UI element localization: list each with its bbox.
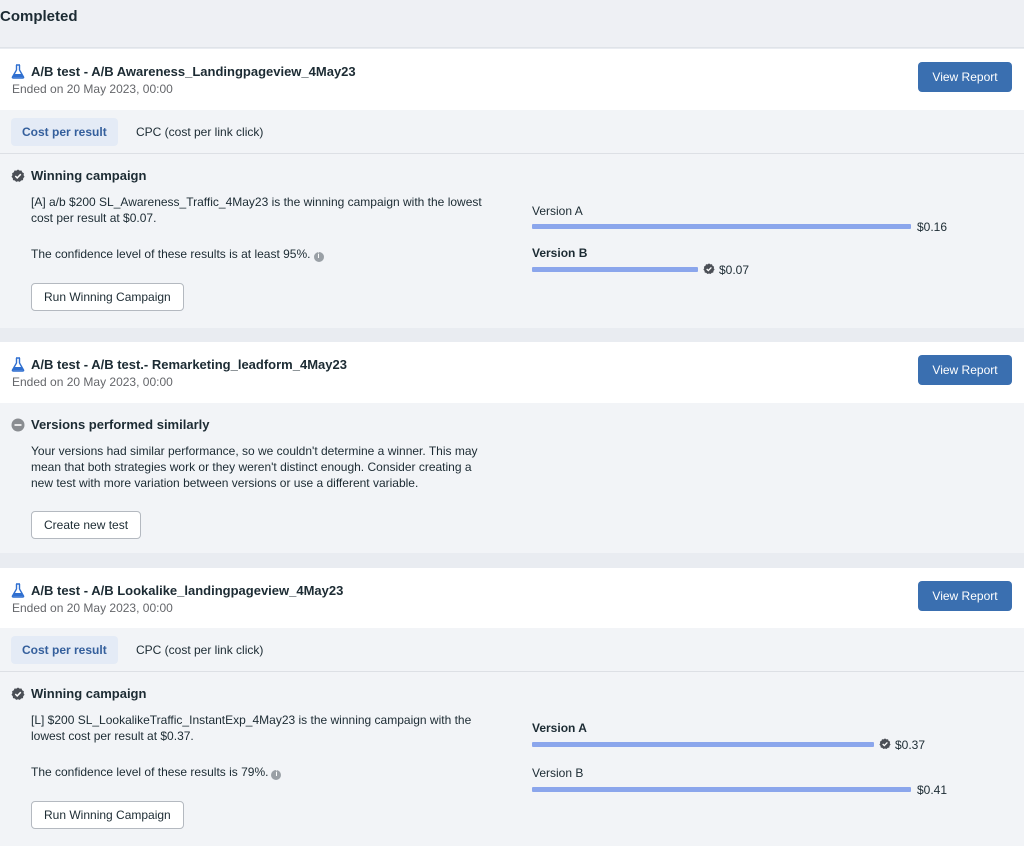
test-header: A/B test - A/B Awareness_Landingpageview…	[0, 49, 1024, 110]
metric-tabs: Cost per result CPC (cost per link click…	[0, 110, 1024, 154]
test-title: A/B test - A/B Lookalike_landingpageview…	[31, 583, 344, 598]
info-icon[interactable]: i	[313, 252, 324, 262]
version-b-bar	[532, 787, 911, 792]
result-heading: Winning campaign	[31, 686, 147, 701]
view-report-button[interactable]: View Report	[918, 62, 1012, 92]
run-winning-campaign-button[interactable]: Run Winning Campaign	[31, 283, 184, 311]
flask-icon	[11, 64, 25, 79]
version-b-label: Version B	[532, 766, 584, 780]
result-panel: Winning campaign [L] $200 SL_LookalikeTr…	[0, 672, 1024, 846]
create-new-test-button[interactable]: Create new test	[31, 511, 142, 539]
winner-check-icon	[879, 738, 891, 750]
version-b-label: Version B	[532, 246, 588, 260]
test-end-date: Ended on 20 May 2023, 00:00	[12, 82, 173, 96]
run-winning-campaign-button[interactable]: Run Winning Campaign	[31, 801, 184, 829]
version-a-bar	[532, 742, 874, 747]
test-title: A/B test - A/B test.- Remarketing_leadfo…	[31, 357, 347, 372]
version-a-value: $0.16	[917, 220, 948, 234]
version-b-value: $0.07	[719, 263, 750, 277]
confidence-text: The confidence level of these results is…	[31, 246, 491, 262]
view-report-button[interactable]: View Report	[918, 581, 1012, 611]
confidence-text: The confidence level of these results is…	[31, 764, 491, 780]
version-b-value: $0.41	[917, 783, 948, 797]
version-a-value: $0.37	[895, 738, 926, 752]
page-header: Completed	[0, 0, 1024, 48]
confidence-label: The confidence level of these results is…	[31, 247, 311, 261]
result-description: [L] $200 SL_LookalikeTraffic_InstantExp_…	[31, 713, 472, 743]
page-title: Completed	[0, 8, 78, 25]
test-end-date: Ended on 20 May 2023, 00:00	[12, 601, 173, 615]
info-icon[interactable]: i	[271, 770, 282, 780]
check-circle-icon	[11, 169, 25, 182]
result-heading: Winning campaign	[31, 168, 147, 183]
test-header: A/B test - A/B test.- Remarketing_leadfo…	[0, 342, 1024, 403]
tab-cost-per-result[interactable]: Cost per result	[11, 118, 118, 146]
confidence-label: The confidence level of these results is…	[31, 765, 269, 779]
flask-icon	[11, 583, 25, 598]
result-description: Your versions had similar performance, s…	[31, 444, 478, 490]
flask-icon	[11, 357, 25, 372]
version-a-label: Version A	[532, 204, 583, 218]
test-title: A/B test - A/B Awareness_Landingpageview…	[31, 64, 356, 79]
check-circle-icon	[11, 687, 25, 700]
minus-circle-icon	[11, 418, 25, 432]
version-b-bar	[532, 267, 698, 272]
winner-check-icon	[703, 263, 715, 275]
view-report-button[interactable]: View Report	[918, 355, 1012, 385]
result-panel: Versions performed similarly Your versio…	[0, 403, 1024, 553]
tab-cpc[interactable]: CPC (cost per link click)	[136, 118, 263, 146]
test-end-date: Ended on 20 May 2023, 00:00	[12, 375, 173, 389]
test-header: A/B test - A/B Lookalike_landingpageview…	[0, 568, 1024, 629]
result-description: [A] a/b $200 SL_Awareness_Traffic_4May23…	[31, 195, 482, 225]
result-panel: Winning campaign [A] a/b $200 SL_Awarene…	[0, 154, 1024, 328]
tab-cpc[interactable]: CPC (cost per link click)	[136, 636, 263, 664]
tab-cost-per-result[interactable]: Cost per result	[11, 636, 118, 664]
version-a-label: Version A	[532, 721, 587, 735]
version-a-bar	[532, 224, 911, 229]
metric-tabs: Cost per result CPC (cost per link click…	[0, 628, 1024, 672]
result-heading: Versions performed similarly	[31, 417, 210, 432]
